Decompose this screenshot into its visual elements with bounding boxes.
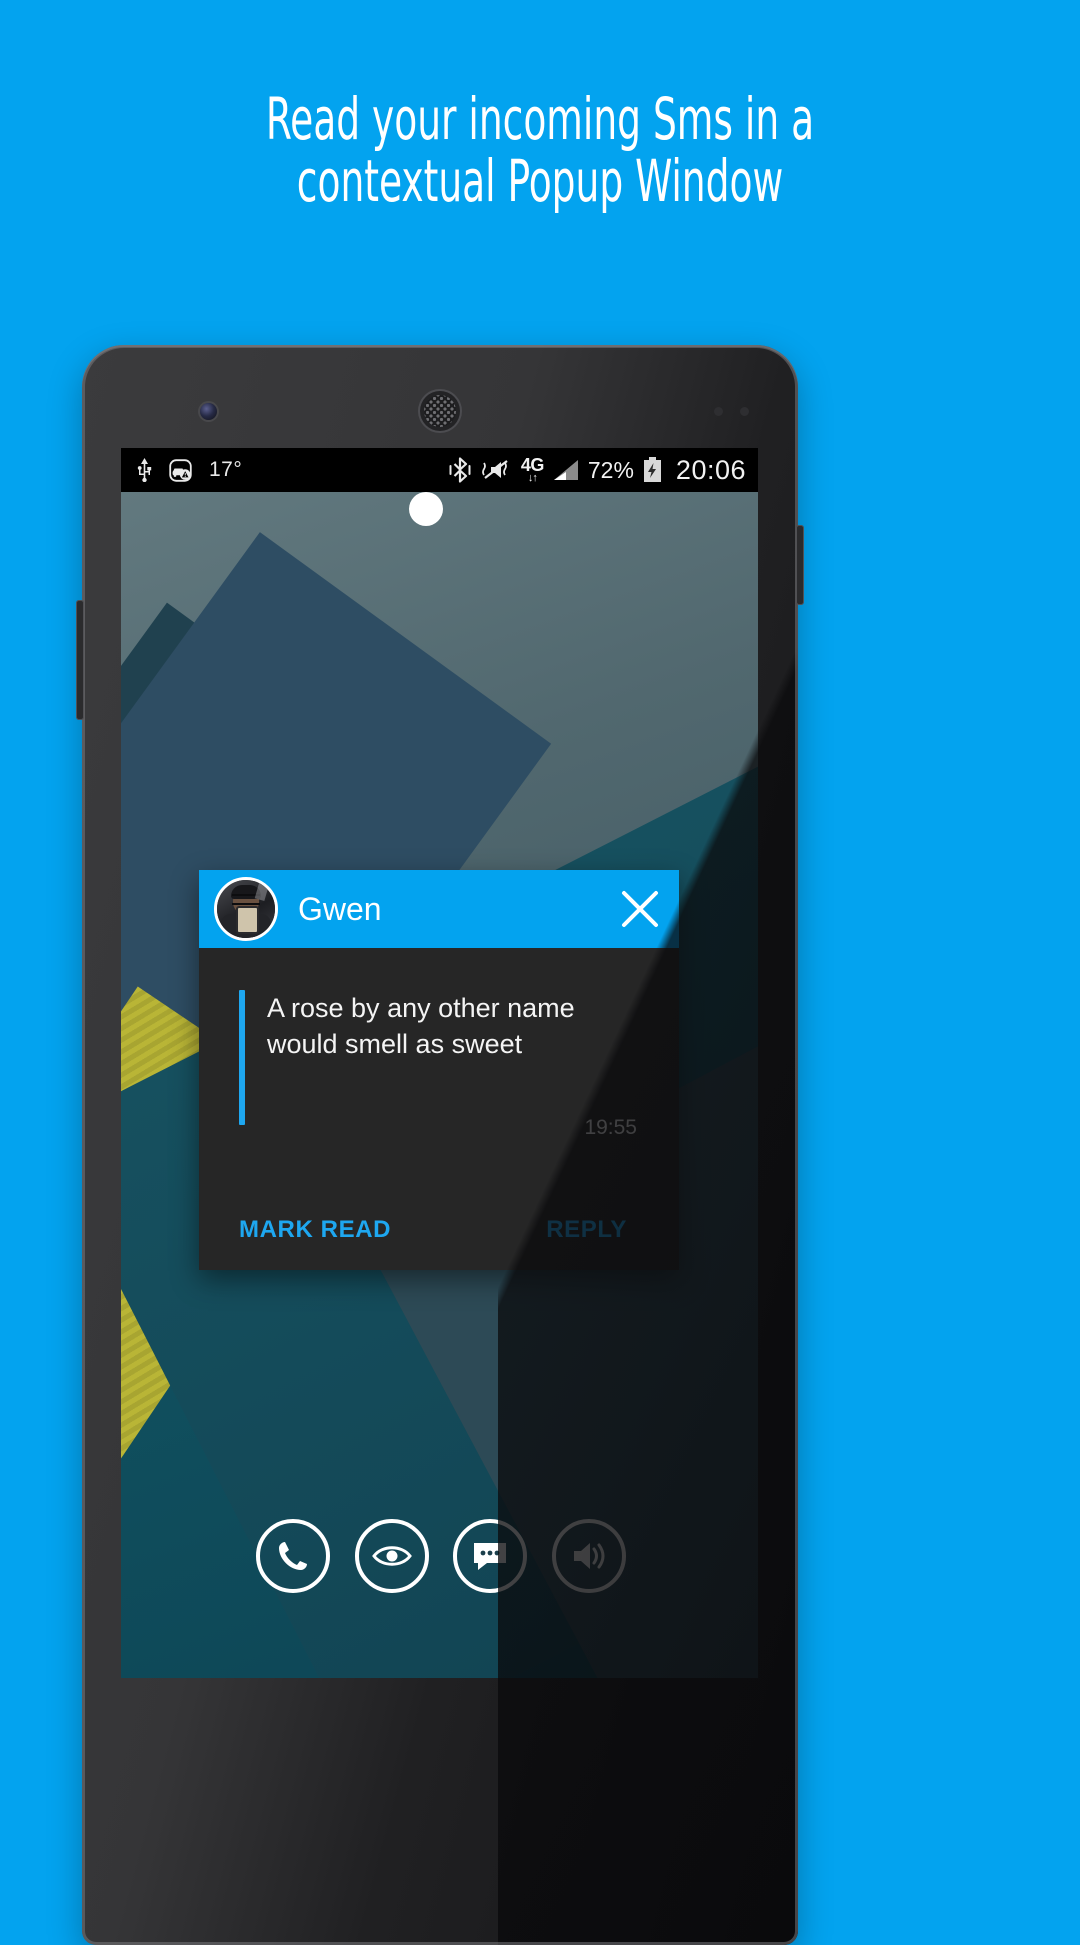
wallpaper-dot: [409, 492, 443, 526]
phone-mockup: 17° 4G ↓↑ 72% 20:06 Gwen A rose by any o…: [76, 345, 804, 1945]
avatar: [214, 877, 278, 941]
speaker-volume-icon: [573, 1543, 605, 1569]
page-title-line2: contextual Popup Window: [296, 147, 784, 215]
popup-body: A rose by any other name would smell as …: [199, 948, 679, 1270]
phone-body: 17° 4G ↓↑ 72% 20:06 Gwen A rose by any o…: [82, 345, 798, 1945]
battery-percent-text: 72%: [587, 456, 634, 483]
sms-popup-window: Gwen A rose by any other name would smel…: [199, 870, 679, 1270]
car-warning-icon: [169, 458, 192, 482]
message-timestamp: 19:55: [584, 1116, 637, 1139]
message-accent-bar: [239, 990, 245, 1125]
network-type-indicator: 4G ↓↑: [521, 456, 545, 484]
message-text: A rose by any other name would smell as …: [267, 993, 575, 1059]
temperature-text: 17°: [209, 458, 243, 481]
close-button[interactable]: [601, 870, 679, 948]
status-bar: 17° 4G ↓↑ 72% 20:06: [121, 448, 758, 492]
popup-actions: MARK READ REPLY: [199, 1216, 679, 1244]
phone-screen: 17° 4G ↓↑ 72% 20:06 Gwen A rose by any o…: [121, 448, 758, 1678]
dock-item-preview[interactable]: [354, 1519, 429, 1593]
dock-item-sound[interactable]: [551, 1519, 626, 1593]
cellular-signal-icon: [553, 459, 579, 481]
popup-sender-name: Gwen: [298, 890, 382, 927]
phone-call-icon: [279, 1542, 307, 1570]
earpiece-speaker-icon: [420, 391, 460, 431]
dock-item-messages[interactable]: [453, 1519, 528, 1593]
close-icon: [622, 891, 658, 927]
page-title: Read your incoming Sms in a contextual P…: [151, 88, 929, 212]
status-bar-clock: 20:06: [675, 454, 746, 485]
proximity-sensors: [714, 407, 758, 416]
chat-bubble-icon: [474, 1543, 507, 1570]
power-button[interactable]: [796, 525, 804, 605]
popup-header: Gwen: [199, 870, 679, 948]
data-arrows-text: ↓↑: [527, 472, 538, 484]
usb-icon: [137, 458, 152, 482]
volume-button[interactable]: [76, 600, 84, 720]
page-title-line1: Read your incoming Sms in a: [265, 85, 815, 153]
reply-button[interactable]: REPLY: [546, 1216, 627, 1244]
battery-charging-icon: [643, 457, 662, 483]
dock-item-phone[interactable]: [256, 1519, 330, 1593]
ringer-silent-vibrate-icon: [480, 458, 512, 482]
eye-icon: [371, 1546, 412, 1566]
dock-bar: [256, 1506, 626, 1606]
bluetooth-icon: [449, 457, 471, 483]
front-camera-icon: [200, 403, 217, 420]
mark-read-button[interactable]: MARK READ: [239, 1216, 391, 1244]
